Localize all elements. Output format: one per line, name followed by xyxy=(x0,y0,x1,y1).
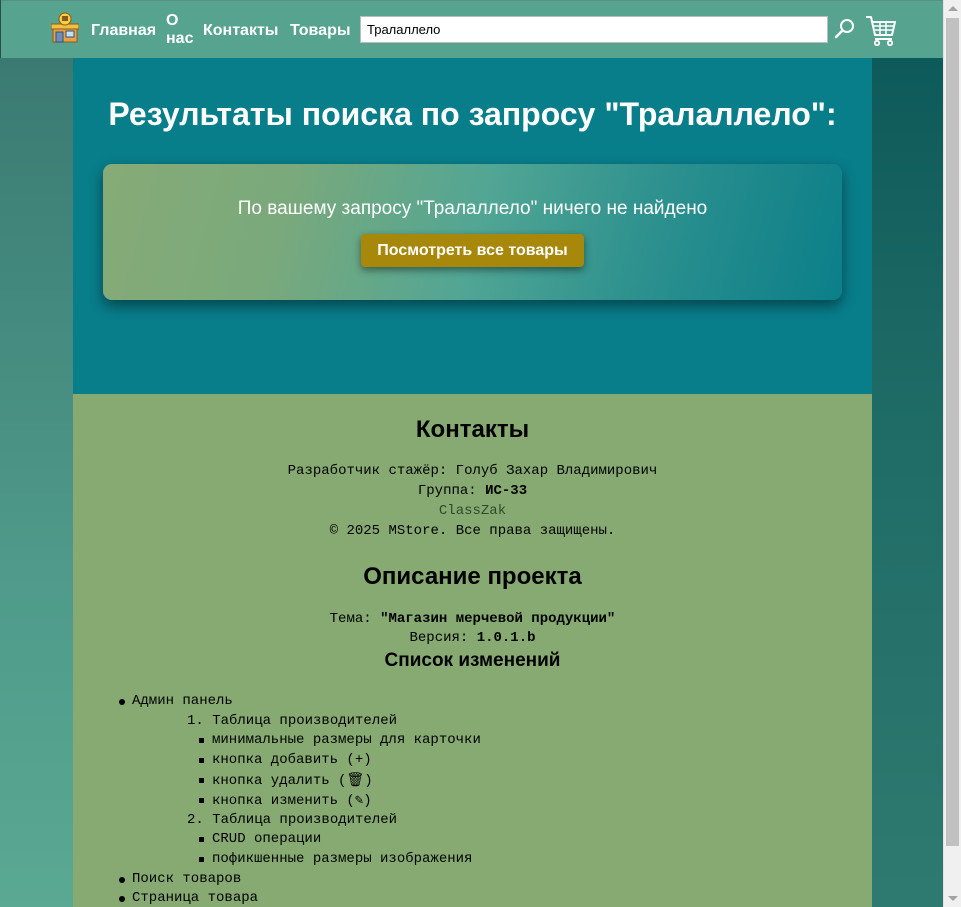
list-item: кнопка добавить (+) xyxy=(212,752,372,768)
group-info: Группа: ИС-33 xyxy=(73,483,872,499)
list-bullet xyxy=(119,896,125,902)
vertical-scrollbar[interactable] xyxy=(943,0,961,907)
nav-home-link[interactable]: Главная xyxy=(91,22,156,40)
search-results-section: Результаты поиска по запросу "Тралаллело… xyxy=(73,58,872,394)
version-label: Версия: xyxy=(409,630,477,646)
developer-info: Разработчик стажёр: Голуб Захар Владимир… xyxy=(287,463,658,479)
list-item: Страница товара xyxy=(132,890,259,906)
project-theme: Тема: "Магазин мерчевой продукции" xyxy=(73,611,872,627)
list-item: кнопка изменить (✎) xyxy=(212,793,372,809)
github-link[interactable]: ClassZak xyxy=(73,503,872,519)
list-item: Админ панель xyxy=(132,693,233,709)
theme-label: Тема: xyxy=(329,611,381,627)
changelog-heading: Список изменений xyxy=(384,650,561,671)
list-bullet xyxy=(199,758,204,763)
site-footer: Контакты Разработчик стажёр: Голуб Захар… xyxy=(73,394,872,907)
contacts-heading: Контакты xyxy=(415,416,530,443)
nav-about-line1: О xyxy=(166,12,179,29)
list-bullet xyxy=(199,778,204,783)
shop-logo-icon[interactable] xyxy=(50,12,80,44)
scroll-thumb[interactable] xyxy=(946,18,959,846)
list-bullet xyxy=(119,699,125,705)
list-item: минимальные размеры для карточки xyxy=(212,732,481,748)
page-background-left xyxy=(0,58,73,907)
copyright: © 2025 MStore. Все права защищены. xyxy=(329,523,616,539)
list-item: 2. Таблица производителей xyxy=(187,812,398,828)
nav-contacts-link[interactable]: Контакты xyxy=(203,22,278,40)
list-bullet xyxy=(199,857,204,862)
view-all-products-button[interactable]: Посмотреть все товары xyxy=(361,234,584,267)
list-item: пофикшенные размеры изображения xyxy=(212,851,473,867)
scroll-up-arrow-icon[interactable] xyxy=(948,6,958,11)
site-header: Главная Онас Контакты Товары xyxy=(1,1,943,58)
project-version: Версия: 1.0.1.b xyxy=(73,630,872,646)
list-bullet xyxy=(119,877,125,883)
no-results-message: По вашему запросу "Тралаллело" ничего не… xyxy=(237,198,708,219)
cart-icon[interactable] xyxy=(864,13,898,47)
project-description-heading: Описание проекта xyxy=(363,563,582,590)
list-bullet xyxy=(199,738,204,743)
group-label: Группа: xyxy=(417,483,486,499)
nav-about-line2: нас xyxy=(166,30,194,47)
search-icon[interactable] xyxy=(833,17,857,41)
list-item: кнопка удалить (🗑) xyxy=(212,773,373,789)
list-item: CRUD операции xyxy=(212,831,322,847)
list-item: Поиск товаров xyxy=(132,871,242,887)
nav-goods-link[interactable]: Товары xyxy=(290,22,351,40)
page-title: Результаты поиска по запросу "Тралаллело… xyxy=(108,96,837,132)
group-value: ИС-33 xyxy=(485,483,528,499)
page-background-right xyxy=(872,58,943,907)
list-bullet xyxy=(199,837,204,842)
list-item: 1. Таблица производителей xyxy=(187,713,398,729)
search-input[interactable] xyxy=(360,16,828,43)
list-bullet xyxy=(199,798,204,803)
no-results-card: По вашему запросу "Тралаллело" ничего не… xyxy=(103,164,842,300)
version-value: 1.0.1.b xyxy=(476,630,536,646)
nav-about-link[interactable]: Онас xyxy=(166,12,196,48)
scroll-down-arrow-icon[interactable] xyxy=(948,896,958,901)
theme-value: "Магазин мерчевой продукции" xyxy=(380,611,616,627)
